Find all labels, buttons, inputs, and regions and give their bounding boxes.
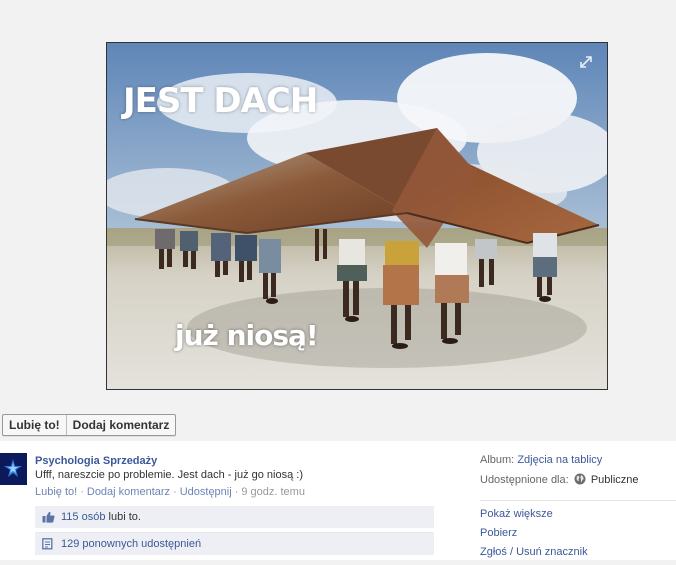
download-link[interactable]: Pobierz bbox=[480, 527, 517, 539]
photo-caption-top: JEST DACH bbox=[123, 81, 318, 121]
separator: · bbox=[80, 486, 84, 498]
post-share-link[interactable]: Udostępnij bbox=[180, 486, 232, 498]
photo-caption-bottom: już niosą! bbox=[175, 319, 319, 352]
post-timestamp[interactable]: 9 godz. temu bbox=[241, 486, 305, 498]
separator: · bbox=[234, 486, 239, 498]
expand-arrows-icon[interactable] bbox=[579, 55, 593, 69]
shares-summary: 129 ponownych udostępnień bbox=[35, 532, 434, 555]
photo[interactable]: JEST DACH już niosą! bbox=[106, 42, 608, 390]
post-meta: Lubię to! · Dodaj komentarz · Udostępnij · 9 g… bbox=[35, 486, 305, 498]
avatar[interactable] bbox=[0, 453, 27, 485]
likes-summary: 115 osób lubi to. bbox=[35, 506, 434, 528]
photo-action-bar: Lubię to! Dodaj komentarz bbox=[2, 414, 177, 436]
report-remove-tag-link[interactable]: Zgłoś / Usuń znacznik bbox=[480, 546, 588, 558]
photo-options-list: Pokaż większe Pobierz Zgłoś / Usuń znacz… bbox=[480, 508, 588, 565]
likes-count-link[interactable]: 115 osób bbox=[61, 511, 105, 523]
photo-info-sidebar: Album: Zdjęcia na tablicy Udostępnione d… bbox=[480, 454, 676, 558]
separator: · bbox=[173, 486, 177, 498]
album-link[interactable]: Zdjęcia na tablicy bbox=[517, 454, 602, 466]
add-comment-button[interactable]: Dodaj komentarz bbox=[65, 415, 176, 435]
sidebar-divider bbox=[480, 500, 676, 501]
privacy-value[interactable]: Publiczne bbox=[591, 474, 639, 486]
album-label: Album: bbox=[480, 454, 515, 466]
likes-suffix: lubi to. bbox=[108, 511, 141, 523]
thumbs-up-icon bbox=[42, 511, 55, 523]
globe-icon bbox=[574, 473, 586, 485]
post-like-link[interactable]: Lubię to! bbox=[35, 486, 77, 498]
share-icon bbox=[42, 538, 53, 550]
post-comment-link[interactable]: Dodaj komentarz bbox=[87, 486, 170, 498]
shares-count-link[interactable]: 129 ponownych udostępnień bbox=[61, 538, 201, 550]
view-larger-link[interactable]: Pokaż większe bbox=[480, 508, 553, 520]
like-button[interactable]: Lubię to! bbox=[3, 415, 66, 435]
privacy-row: Udostępnione dla: Publiczne bbox=[480, 473, 639, 492]
page-logo-icon bbox=[0, 453, 27, 485]
album-row: Album: Zdjęcia na tablicy bbox=[480, 454, 639, 473]
post-panel: Psychologia Sprzedaży Ufff, nareszcie po… bbox=[0, 441, 676, 560]
post-text: Ufff, nareszcie po problemie. Jest dach … bbox=[35, 469, 304, 481]
shared-label: Udostępnione dla: bbox=[480, 474, 569, 486]
post-author-link[interactable]: Psychologia Sprzedaży bbox=[35, 455, 157, 467]
photo-stage: JEST DACH już niosą! bbox=[0, 0, 676, 440]
